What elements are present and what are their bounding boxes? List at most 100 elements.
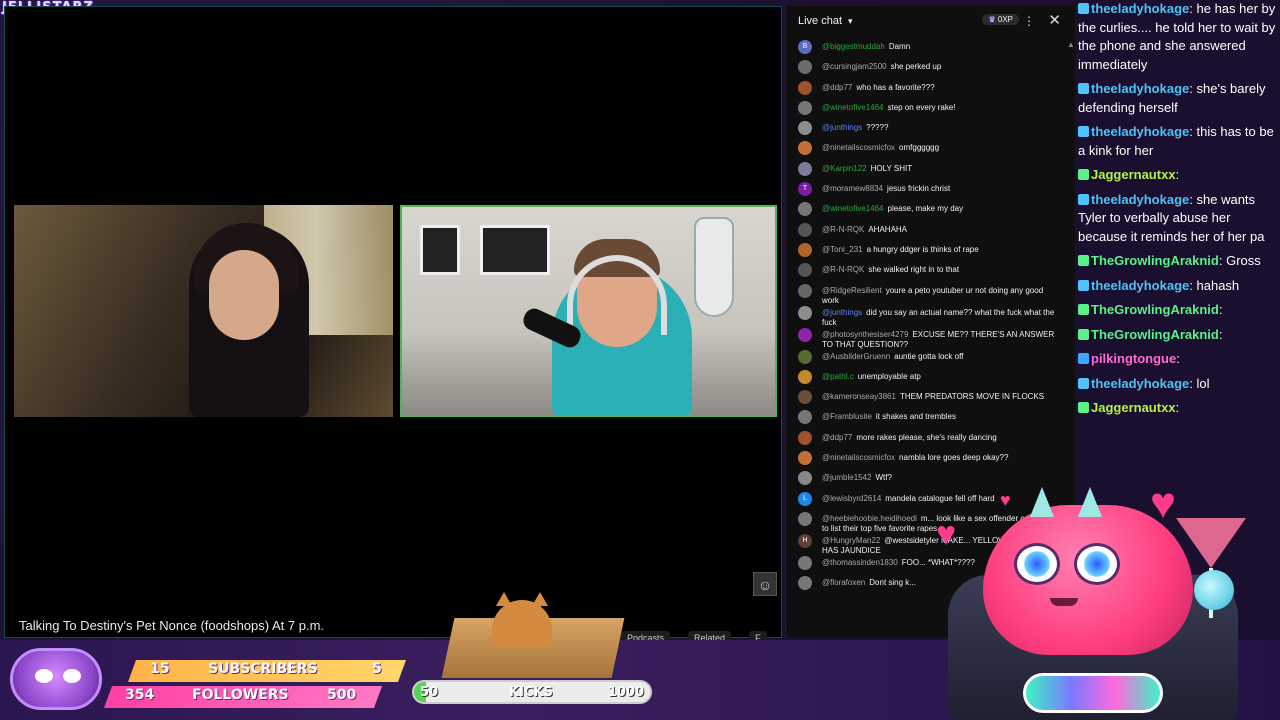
avatar-icon[interactable]: B xyxy=(798,40,812,54)
side-chat-text: lol xyxy=(1196,375,1210,391)
chat-message-body: @kameronseay3861 THEM PREDATORS MOVE IN F… xyxy=(822,390,1060,402)
chat-text: more rakes please, she's really dancing xyxy=(856,432,997,442)
chat-author[interactable]: @ninetailscosmicfox xyxy=(822,453,895,462)
chat-author[interactable]: @photosynthesiser4279 xyxy=(822,330,908,339)
chat-author[interactable]: @jumble1542 xyxy=(822,473,871,482)
chat-author[interactable]: @lewisbyrd2614 xyxy=(822,494,881,503)
avatar-icon[interactable] xyxy=(798,161,812,176)
chat-author[interactable]: @winetofive1464 xyxy=(822,103,884,112)
chat-author[interactable]: @HungryMan22 xyxy=(822,536,880,545)
side-chat-line: theeladyhokage: she wants Tyler to verba… xyxy=(1078,191,1280,247)
avatar-icon[interactable] xyxy=(798,283,812,298)
side-chat-author[interactable]: Jaggernautxx xyxy=(1091,167,1176,182)
side-chat-author[interactable]: theeladyhokage xyxy=(1091,81,1189,96)
avatar-icon[interactable]: H xyxy=(798,533,812,548)
avatar-icon[interactable] xyxy=(798,80,812,95)
chat-author[interactable]: @moramew8834 xyxy=(822,184,883,193)
avatar-icon[interactable]: T xyxy=(798,182,812,197)
chat-author[interactable]: @heebiehoobie.heidihoedi xyxy=(822,514,917,523)
chat-author[interactable]: @R-N-RQK xyxy=(822,265,864,274)
live-chat-label[interactable]: Live chat xyxy=(798,15,842,27)
avatar-icon[interactable] xyxy=(798,349,812,364)
side-chat-author[interactable]: theeladyhokage xyxy=(1091,278,1189,293)
xp-value: 0XP xyxy=(997,15,1013,24)
avatar-icon[interactable] xyxy=(798,327,812,342)
chat-author[interactable]: @junthings xyxy=(822,308,862,317)
avatar-icon[interactable] xyxy=(798,222,812,237)
avatar-icon[interactable] xyxy=(798,511,812,526)
avatar-icon[interactable]: L xyxy=(798,491,812,506)
scroll-up-icon[interactable]: ▲ xyxy=(1067,40,1075,49)
chat-author[interactable]: @ddp77 xyxy=(822,433,852,442)
chat-author[interactable]: @ninetailscosmicfox xyxy=(822,143,895,152)
avatar-icon[interactable] xyxy=(798,242,812,257)
xp-badge[interactable]: ♛ 0XP xyxy=(982,14,1019,25)
more-options-icon[interactable]: ⋮ xyxy=(1023,14,1035,28)
close-icon[interactable]: ✕ xyxy=(1048,11,1061,29)
chat-author[interactable]: @kameronseay3861 xyxy=(822,392,896,401)
video-stage[interactable]: ☺ Talking To Destiny's Pet Nonce (foodsh… xyxy=(4,6,782,645)
side-chat-overlay: theeladyhokage: he has her by the curlie… xyxy=(1078,0,1280,480)
avatar-icon[interactable] xyxy=(798,263,812,278)
avatar-icon[interactable] xyxy=(798,141,812,156)
chat-message-body: @moramew8834 jesus frickin christ xyxy=(822,182,1060,194)
mascot-logo-icon xyxy=(10,648,102,710)
chat-author[interactable]: @pathl.c xyxy=(822,372,854,381)
avatar-icon[interactable] xyxy=(798,451,812,466)
chat-author[interactable]: @florafoxen xyxy=(822,578,865,587)
side-chat-author[interactable]: TheGrowlingAraknid xyxy=(1091,327,1219,342)
chat-message: T @moramew8834 jesus frickin christ xyxy=(786,182,1066,202)
chat-message: @Toni_231 a hungry ddger is thinks of rap… xyxy=(786,242,1066,263)
side-chat-author[interactable]: TheGrowlingAraknid xyxy=(1091,302,1219,317)
chat-author[interactable]: @cursingjam2500 xyxy=(822,62,887,71)
side-chat-author[interactable]: pilkingtongue xyxy=(1091,351,1176,366)
avatar-icon[interactable] xyxy=(798,410,812,425)
chat-author[interactable]: @RidgeResilient xyxy=(822,286,882,295)
chat-message: B @biggestmuddah Damn xyxy=(786,40,1066,60)
avatar-icon[interactable] xyxy=(798,390,812,405)
mascot-eye xyxy=(1074,543,1120,585)
subscriber-label: SUBSCRIBERS xyxy=(208,661,318,677)
avatar-icon[interactable] xyxy=(798,471,812,486)
separator: : xyxy=(1189,277,1197,293)
side-chat-author[interactable]: theeladyhokage xyxy=(1091,376,1189,391)
stream-screen: JELLISTARZ ☺ Talking To Destiny's Pet No… xyxy=(0,0,1280,720)
side-chat-author[interactable]: Jaggernautxx xyxy=(1091,400,1176,415)
side-chat-author[interactable]: TheGrowlingAraknid xyxy=(1091,253,1219,268)
chat-author[interactable]: @AusbilderGruenn xyxy=(822,352,890,361)
avatar-icon[interactable] xyxy=(798,121,812,136)
mascot-eye xyxy=(63,669,81,683)
side-chat-author[interactable]: theeladyhokage xyxy=(1091,1,1189,16)
chat-message: @photosynthesiser4279 EXCUSE ME?? THERE'S… xyxy=(786,327,1066,350)
chat-author[interactable]: @junthings xyxy=(822,123,862,132)
chevron-down-icon[interactable]: ▾ xyxy=(848,16,853,27)
avatar-icon[interactable] xyxy=(798,60,812,75)
avatar-icon[interactable] xyxy=(798,202,812,217)
avatar-icon[interactable] xyxy=(798,369,812,384)
chat-author[interactable]: @Toni_231 xyxy=(822,245,863,254)
chat-author[interactable]: @winetofive1464 xyxy=(822,204,884,213)
side-chat-author[interactable]: theeladyhokage xyxy=(1091,192,1189,207)
heart-icon: ♥ xyxy=(1150,479,1177,528)
chat-message-body: @biggestmuddah Damn xyxy=(822,40,1060,52)
avatar-icon[interactable] xyxy=(798,576,812,591)
chat-author[interactable]: @Framblusite xyxy=(822,412,872,421)
chat-author[interactable]: @thomassinden1830 xyxy=(822,558,898,567)
chat-author[interactable]: @Karpin122 xyxy=(822,164,867,173)
chat-badge-icon xyxy=(1078,83,1089,94)
chat-badge-icon xyxy=(1078,3,1089,14)
avatar-icon[interactable] xyxy=(798,305,812,320)
side-chat-author[interactable]: theeladyhokage xyxy=(1091,124,1189,139)
avatar-icon[interactable] xyxy=(798,430,812,445)
chat-author[interactable]: @biggestmuddah xyxy=(822,42,885,51)
viewer-avatar-icon[interactable]: ☺ xyxy=(753,572,777,596)
webcam-guest xyxy=(14,205,393,417)
chat-author[interactable]: @ddp77 xyxy=(822,83,852,92)
avatar-icon[interactable] xyxy=(798,100,812,115)
separator: : xyxy=(1189,81,1197,96)
avatar-icon[interactable] xyxy=(798,555,812,570)
chat-author[interactable]: @R-N-RQK xyxy=(822,225,864,234)
chat-badge-icon xyxy=(1078,377,1089,389)
kicks-goal-bar: 50 KICKS 1000 xyxy=(412,680,652,704)
side-chat-line: TheGrowlingAraknid: Gross xyxy=(1078,252,1280,271)
